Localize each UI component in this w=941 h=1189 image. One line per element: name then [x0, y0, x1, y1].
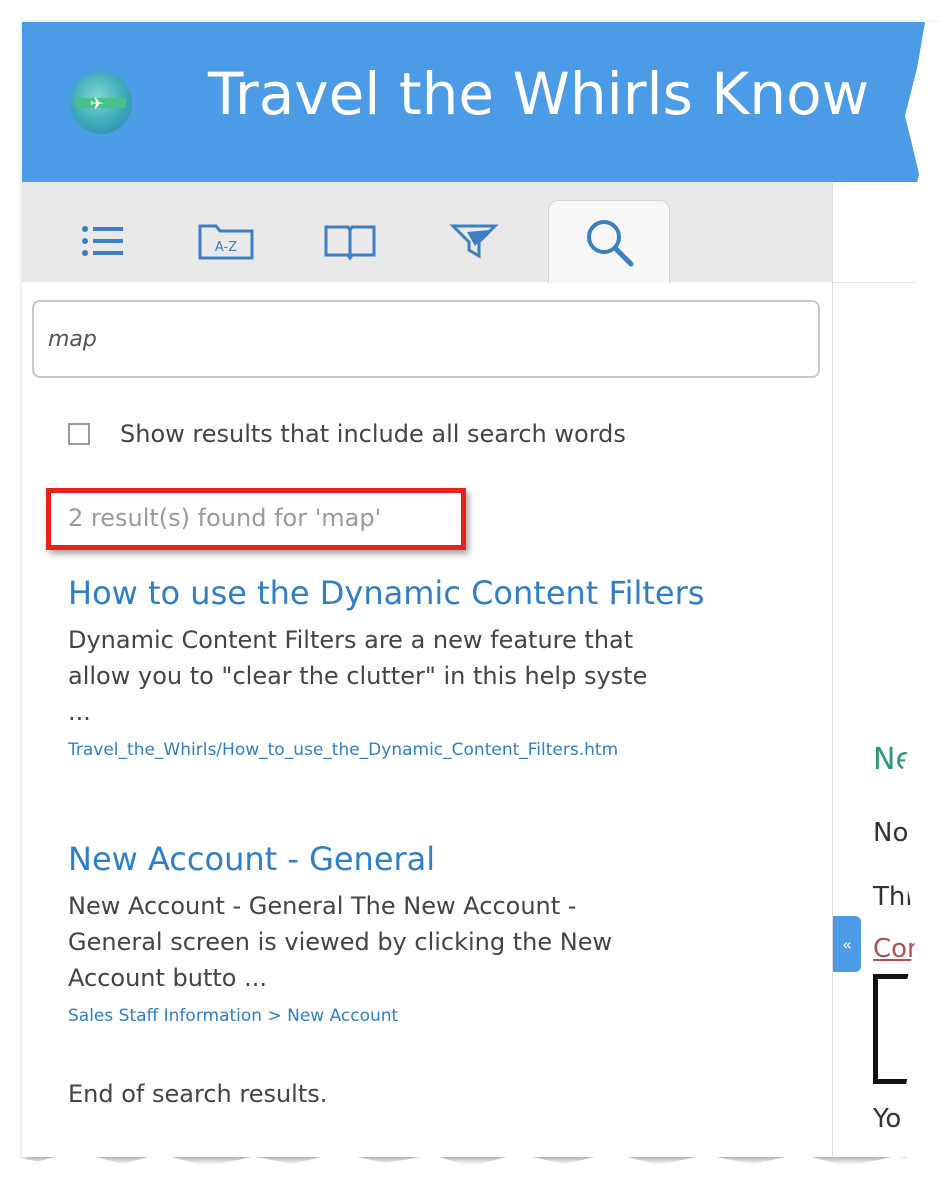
list-icon: [82, 226, 123, 256]
tab-bar: A-Z: [22, 182, 832, 283]
logo-icon: ✈: [70, 72, 132, 134]
search-icon: [587, 220, 634, 267]
a-z-label: A-Z: [215, 240, 237, 255]
help-window: ✈ Travel the Whirls Know A-Z map Show re…: [22, 22, 941, 1157]
filter-plane-icon: [449, 224, 499, 259]
end-of-results: End of search results.: [68, 1080, 328, 1108]
app-title: Travel the Whirls Know: [208, 60, 870, 128]
navigation-panel: A-Z map Show results that include all se…: [22, 182, 832, 1157]
app-header: ✈ Travel the Whirls Know: [22, 22, 941, 182]
result-title-link[interactable]: New Account - General: [68, 840, 808, 878]
tab-glossary[interactable]: [290, 200, 410, 282]
result-path[interactable]: Travel_the_Whirls/How_to_use_the_Dynamic…: [68, 738, 808, 762]
result-path[interactable]: Sales Staff Information > New Account: [68, 1004, 808, 1028]
tab-index[interactable]: A-Z: [166, 200, 286, 282]
content-text: No: [873, 818, 909, 848]
highlight-box: [46, 488, 466, 550]
result-snippet: Dynamic Content Filters are a new featur…: [68, 626, 648, 726]
all-words-checkbox[interactable]: [68, 423, 90, 445]
book-icon: [324, 225, 376, 261]
search-input[interactable]: [32, 300, 820, 378]
tab-contents[interactable]: [42, 200, 162, 282]
search-result: How to use the Dynamic Content Filters D…: [68, 574, 808, 762]
tab-filter[interactable]: [414, 200, 534, 282]
result-snippet: New Account - General The New Account - …: [68, 892, 613, 992]
result-title-link[interactable]: How to use the Dynamic Content Filters: [68, 574, 808, 612]
all-words-option[interactable]: Show results that include all search wor…: [68, 414, 626, 454]
a-z-folder-icon: A-Z: [198, 224, 254, 260]
search-result: New Account - General New Account - Gene…: [68, 840, 808, 1028]
content-text: Yo: [873, 1104, 902, 1134]
all-words-label: Show results that include all search wor…: [120, 420, 626, 448]
collapse-panel-button[interactable]: «: [833, 916, 861, 972]
tab-search[interactable]: [548, 200, 670, 283]
